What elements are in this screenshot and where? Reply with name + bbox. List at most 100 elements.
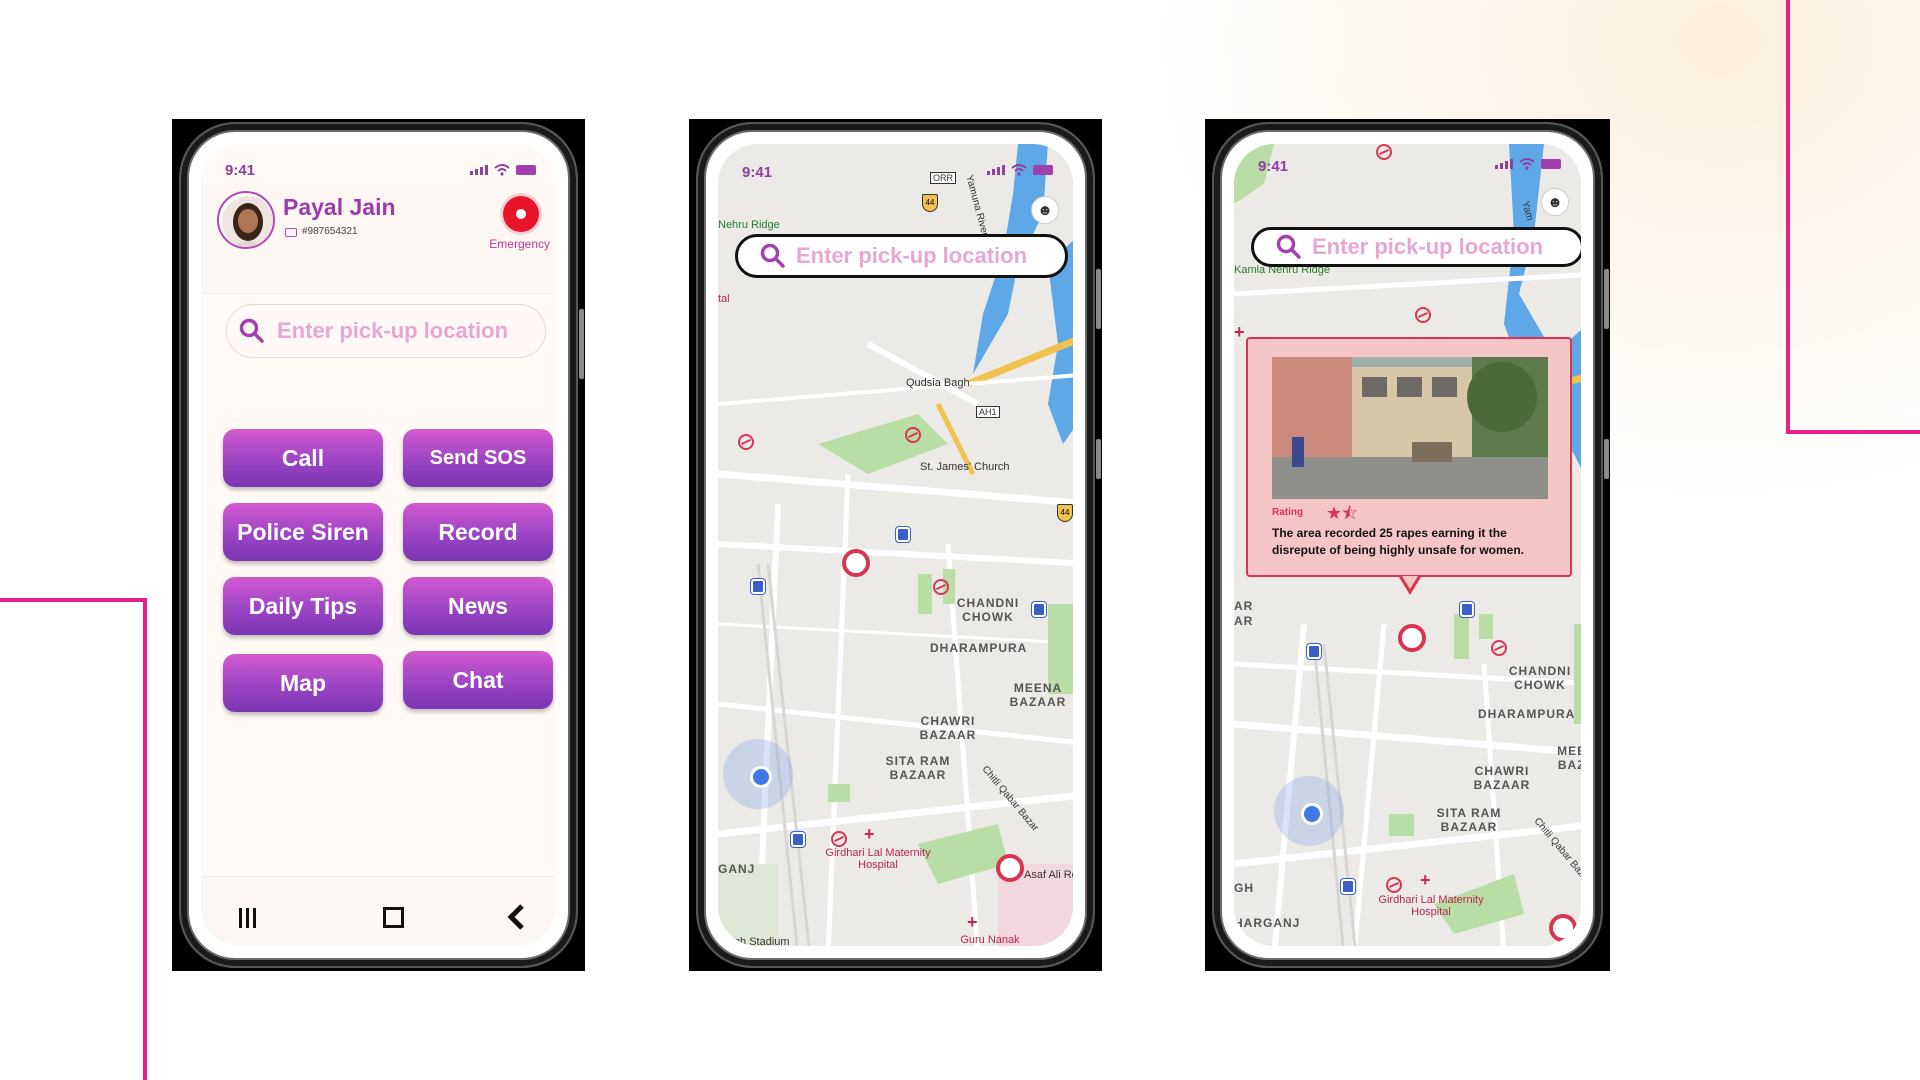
news-button[interactable]: News (403, 577, 553, 635)
metro-icon (831, 831, 847, 847)
map-label-dharampura: DHARAMPURA (1478, 707, 1576, 721)
map-screen: + + Nehru Ridge tal ORR Yamuna River Qud… (718, 144, 1073, 946)
wifi-icon (494, 164, 510, 176)
home-nav-icon[interactable] (383, 907, 404, 928)
emergency-label: Emergency (489, 237, 550, 251)
decor-line-right-v (1786, 0, 1790, 434)
location-pin[interactable] (842, 549, 870, 577)
map-label-harganj: HARGANJ (1234, 916, 1301, 930)
search-input[interactable]: Enter pick-up location (735, 234, 1068, 278)
signal-icon (1495, 159, 1513, 169)
metro-icon (1415, 307, 1431, 323)
location-pin[interactable] (1398, 624, 1426, 652)
current-location-marker (723, 739, 793, 809)
status-time: 9:41 (225, 162, 256, 179)
map-label-chawri-bazaar: CHAWRI BAZAAR (1473, 764, 1531, 792)
location-pin[interactable] (1549, 914, 1577, 942)
phone-home-screen: 9:41 Payal Jain #987654321 Emergency Ent… (172, 119, 585, 971)
map-label-dharampura: DHARAMPURA (930, 641, 1028, 655)
map-label-girdhari-lal: Girdhari Lal Maternity Hospital (825, 847, 931, 871)
metro-icon (905, 427, 921, 443)
daily-tips-button[interactable]: Daily Tips (223, 577, 383, 635)
rating-label: Rating (1272, 507, 1304, 518)
search-icon (1276, 234, 1301, 259)
star-filled-icon: ★ (1326, 503, 1342, 523)
map-label-ah1: AH1 (976, 406, 1000, 418)
decor-line-right-h (1786, 430, 1920, 434)
map-label-qudsia-bagh: Qudsia Bagh (906, 377, 970, 389)
search-placeholder: Enter pick-up location (277, 318, 509, 343)
recent-apps-icon[interactable] (239, 908, 256, 928)
signal-icon (470, 165, 488, 175)
map-button[interactable]: Map (223, 654, 383, 712)
map-label-gh: GH (1234, 881, 1254, 895)
hospital-icon: + (967, 912, 978, 932)
highway-shield-icon: 44 (1057, 504, 1073, 522)
avatar[interactable] (217, 191, 275, 249)
status-time: 9:41 (1258, 158, 1289, 175)
status-bar: 9:41 (718, 144, 1073, 194)
map-label-ar: AR (1234, 599, 1254, 613)
bus-stop-icon (791, 832, 805, 847)
wifi-icon (1519, 158, 1535, 170)
location-pin[interactable] (996, 854, 1024, 882)
hospital-icon: + (1234, 322, 1245, 342)
phone-frame: + + Kamla Nehru Ridge Yam AR AR CHANDNI … (1212, 122, 1603, 968)
battery-icon (1541, 159, 1561, 169)
map-label-meena-bazaar: MEEN BAZA (1557, 744, 1581, 772)
bus-stop-icon (1307, 644, 1321, 659)
record-dot-icon (516, 209, 526, 219)
call-button[interactable]: Call (223, 429, 383, 487)
search-input[interactable]: Enter pick-up location (226, 304, 546, 358)
decor-line-left-v (143, 598, 147, 1080)
current-location-marker (1274, 776, 1344, 846)
map-label-sita-ram-bazaar: SITA RAM BAZAAR (1436, 806, 1502, 834)
search-placeholder: Enter pick-up location (796, 243, 1028, 268)
hospital-icon: + (1420, 870, 1431, 890)
map-label-meena-bazaar: MEENA BAZAAR (1009, 681, 1067, 709)
phone-frame: 9:41 Payal Jain #987654321 Emergency Ent… (179, 122, 578, 968)
map-label-girdhari-lal: Girdhari Lal Maternity Hospital (1378, 894, 1484, 918)
area-safety-popup[interactable]: Rating ★⯪ The area recorded 25 rapes ear… (1246, 337, 1572, 577)
map-label-stadium: Singh Stadium (718, 936, 790, 946)
phone-side-button (1096, 269, 1101, 329)
battery-icon (516, 165, 536, 175)
phone-side-button (1604, 269, 1609, 329)
metro-icon (1491, 640, 1507, 656)
status-bar: 9:41 (1234, 144, 1581, 194)
safety-map-screen: + + Kamla Nehru Ridge Yam AR AR CHANDNI … (1234, 144, 1581, 946)
bus-stop-icon (1032, 602, 1046, 617)
map-label-church: St. James' Church (920, 461, 1010, 473)
record-button[interactable]: Record (403, 503, 553, 561)
metro-icon (1386, 877, 1402, 893)
map-label-guru-nanak: Guru Nanak Eye Hospital (960, 934, 1020, 946)
metro-icon (933, 579, 949, 595)
police-icon[interactable]: ☻ (1541, 188, 1569, 216)
phone-frame: + + Nehru Ridge tal ORR Yamuna River Qud… (696, 122, 1095, 968)
home-screen: 9:41 Payal Jain #987654321 Emergency Ent… (201, 144, 556, 946)
chat-button[interactable]: Chat (403, 651, 553, 709)
map-label-nehru-ridge: Nehru Ridge (718, 219, 780, 231)
phone-safety-map-screen: + + Kamla Nehru Ridge Yam AR AR CHANDNI … (1205, 119, 1610, 971)
hospital-icon: + (864, 824, 875, 844)
emergency-button[interactable] (503, 196, 539, 232)
bus-stop-icon (896, 527, 910, 542)
phone-side-button (579, 309, 584, 379)
search-input[interactable]: Enter pick-up location (1251, 227, 1581, 267)
send-sos-button[interactable]: Send SOS (403, 429, 553, 487)
map-label-asaf-ali-road: Asaf Ali Road (1024, 869, 1073, 881)
back-icon[interactable] (506, 903, 526, 931)
map-label-ganj: GANJ (718, 862, 756, 876)
bus-stop-icon (751, 579, 765, 594)
bus-stop-icon (1460, 602, 1474, 617)
police-icon[interactable]: ☻ (1031, 196, 1059, 224)
police-siren-button[interactable]: Police Siren (223, 503, 383, 561)
map-label-asaf-ali: saf (1577, 928, 1581, 940)
safety-description: The area recorded 25 rapes earning it th… (1272, 526, 1525, 557)
signal-icon (987, 165, 1005, 175)
status-time: 9:41 (742, 164, 773, 181)
phone-side-button (1604, 439, 1609, 479)
decor-line-left-h (0, 598, 147, 602)
phone-map-screen: + + Nehru Ridge tal ORR Yamuna River Qud… (689, 119, 1102, 971)
popup-pointer-inner (1402, 576, 1418, 589)
